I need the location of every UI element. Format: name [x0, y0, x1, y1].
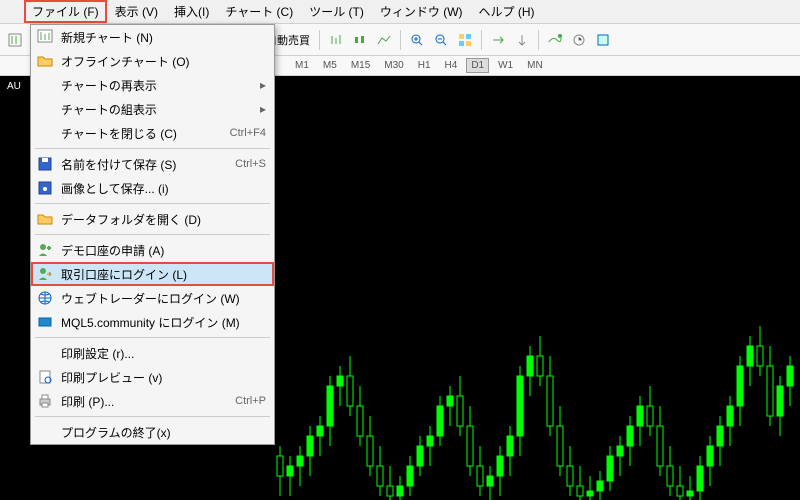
menu-item-label: 印刷設定 (r)...: [61, 345, 266, 362]
tile-windows-icon[interactable]: [454, 29, 476, 51]
bar-chart-icon[interactable]: [325, 29, 347, 51]
candle-chart-icon[interactable]: [349, 29, 371, 51]
mql5-icon: [35, 314, 55, 330]
menu-shortcut: Ctrl+F4: [230, 127, 266, 139]
blank-icon: [35, 424, 55, 440]
menu-item-0[interactable]: 新規チャート (N): [31, 25, 274, 49]
menu-item-13[interactable]: ウェブトレーダーにログイン (W): [31, 286, 274, 310]
blank-icon: [35, 101, 55, 117]
menu-item-4[interactable]: チャートを閉じる (C)Ctrl+F4: [31, 121, 274, 145]
line-chart-icon[interactable]: [373, 29, 395, 51]
timeframe-m30[interactable]: M30: [379, 58, 408, 73]
menu-item-label: ウェブトレーダーにログイン (W): [61, 290, 266, 307]
menu-item-7[interactable]: 画像として保存... (i): [31, 176, 274, 200]
file-menu-dropdown: 新規チャート (N)オフラインチャート (O)チャートの再表示▸チャートの組表示…: [30, 24, 275, 445]
menu-item-label: プログラムの終了(x): [61, 424, 266, 441]
menu-item-3[interactable]: チャートの組表示▸: [31, 97, 274, 121]
menu-separator: [35, 203, 270, 204]
menu-item-20[interactable]: プログラムの終了(x): [31, 420, 274, 444]
menu-tools[interactable]: ツール (T): [301, 0, 372, 23]
zoom-out-icon[interactable]: [430, 29, 452, 51]
blank-icon: [35, 345, 55, 361]
submenu-arrow-icon: ▸: [260, 102, 266, 116]
scroll-icon[interactable]: [487, 29, 509, 51]
timeframe-d1[interactable]: D1: [466, 58, 489, 73]
menu-item-label: データフォルダを開く (D): [61, 211, 266, 228]
blank-icon: [35, 125, 55, 141]
timeframe-m15[interactable]: M15: [346, 58, 375, 73]
save-image-icon: [35, 180, 55, 196]
menu-item-2[interactable]: チャートの再表示▸: [31, 73, 274, 97]
menu-view[interactable]: 表示 (V): [107, 0, 166, 23]
menu-separator: [35, 234, 270, 235]
timeframe-mn[interactable]: MN: [522, 58, 548, 73]
menu-item-label: チャートを閉じる (C): [61, 125, 230, 142]
menu-shortcut: Ctrl+S: [235, 158, 266, 170]
menu-separator: [35, 148, 270, 149]
menu-shortcut: Ctrl+P: [235, 395, 266, 407]
folder-icon: [35, 211, 55, 227]
submenu-arrow-icon: ▸: [260, 78, 266, 92]
save-icon: [35, 156, 55, 172]
menu-item-label: 取引口座にログイン (L): [61, 266, 266, 283]
blank-icon: [35, 77, 55, 93]
user-add-icon: [35, 242, 55, 258]
menu-item-label: デモ口座の申請 (A): [61, 242, 266, 259]
indicators-icon[interactable]: [544, 29, 566, 51]
menu-file[interactable]: ファイル (F): [24, 0, 107, 23]
menu-insert[interactable]: 挿入(I): [166, 0, 217, 23]
timeframe-h1[interactable]: H1: [413, 58, 436, 73]
periods-icon[interactable]: [568, 29, 590, 51]
shift-icon[interactable]: [511, 29, 533, 51]
menu-help[interactable]: ヘルプ (H): [471, 0, 543, 23]
menu-item-18[interactable]: 印刷 (P)...Ctrl+P: [31, 389, 274, 413]
menu-item-label: チャートの組表示: [61, 101, 260, 118]
timeframe-m1[interactable]: M1: [290, 58, 314, 73]
menu-item-label: 印刷プレビュー (v): [61, 369, 266, 386]
menu-item-label: 印刷 (P)...: [61, 393, 235, 410]
zoom-in-icon[interactable]: [406, 29, 428, 51]
menu-item-label: チャートの再表示: [61, 77, 260, 94]
print-preview-icon: [35, 369, 55, 385]
menu-item-17[interactable]: 印刷プレビュー (v): [31, 365, 274, 389]
menu-item-11[interactable]: デモ口座の申請 (A): [31, 238, 274, 262]
timeframe-h4[interactable]: H4: [440, 58, 463, 73]
menu-item-16[interactable]: 印刷設定 (r)...: [31, 341, 274, 365]
menu-separator: [35, 416, 270, 417]
menu-separator: [35, 337, 270, 338]
menu-item-label: 名前を付けて保存 (S): [61, 156, 235, 173]
web-icon: [35, 290, 55, 306]
menu-item-12[interactable]: 取引口座にログイン (L): [31, 262, 274, 286]
chart-blank-icon: [35, 29, 55, 45]
login-icon: [35, 266, 55, 282]
menu-item-14[interactable]: MQL5.community にログイン (M): [31, 310, 274, 334]
timeframe-m5[interactable]: M5: [318, 58, 342, 73]
menu-chart[interactable]: チャート (C): [217, 0, 301, 23]
menu-item-label: 画像として保存... (i): [61, 180, 266, 197]
timeframe-w1[interactable]: W1: [493, 58, 518, 73]
print-icon: [35, 393, 55, 409]
menubar: ファイル (F)表示 (V)挿入(I)チャート (C)ツール (T)ウィンドウ …: [0, 0, 800, 24]
menu-item-label: 新規チャート (N): [61, 29, 266, 46]
new-chart-icon[interactable]: [4, 29, 26, 51]
templates-icon[interactable]: [592, 29, 614, 51]
menu-window[interactable]: ウィンドウ (W): [372, 0, 471, 23]
menu-item-label: MQL5.community にログイン (M): [61, 314, 266, 331]
menu-item-label: オフラインチャート (O): [61, 53, 266, 70]
menu-item-1[interactable]: オフラインチャート (O): [31, 49, 274, 73]
menu-item-9[interactable]: データフォルダを開く (D): [31, 207, 274, 231]
folder-icon: [35, 53, 55, 69]
menu-item-6[interactable]: 名前を付けて保存 (S)Ctrl+S: [31, 152, 274, 176]
